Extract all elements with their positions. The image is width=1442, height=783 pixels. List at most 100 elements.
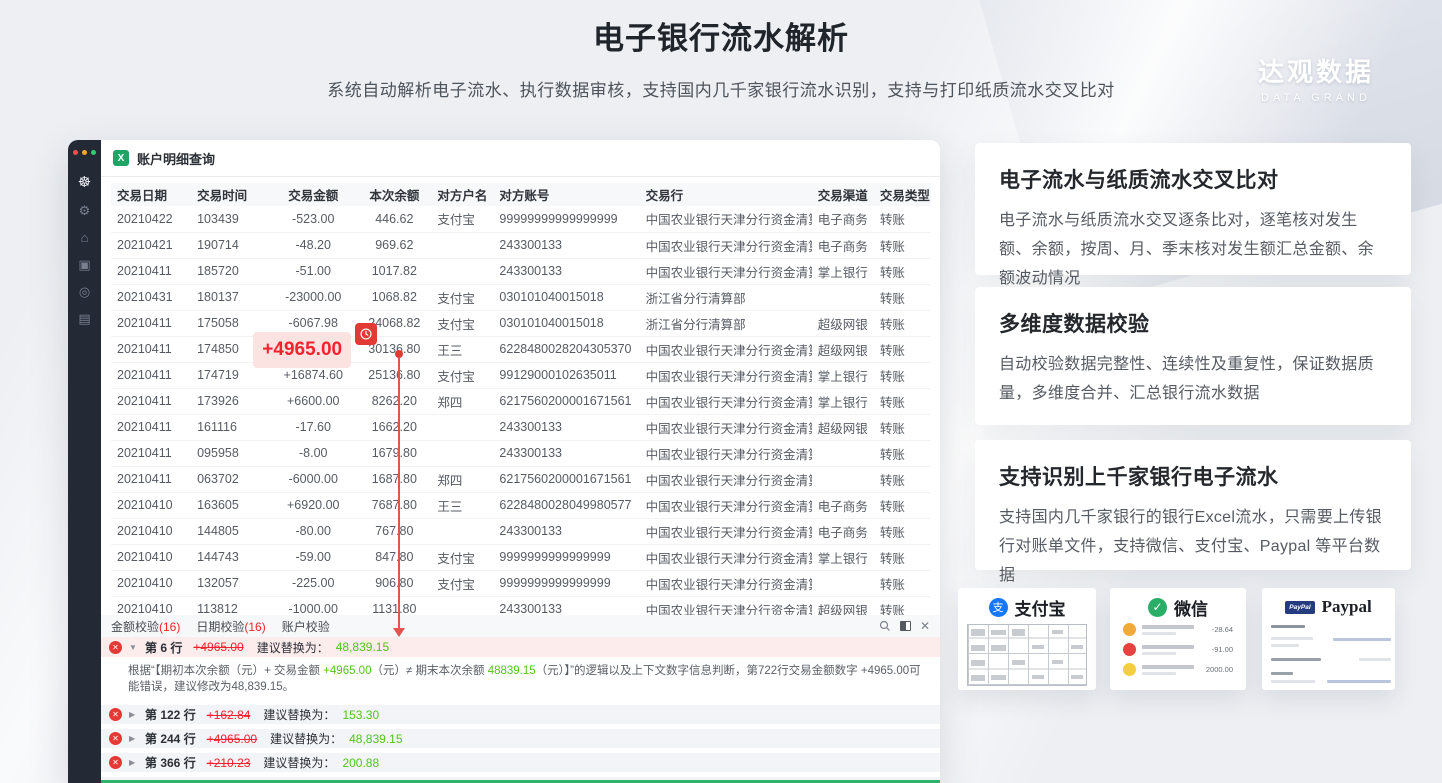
search-icon[interactable] [879,620,891,632]
layout-panel-icon[interactable] [900,621,911,631]
sidebar: ☸ ⚙ ⌂ ▣ ◎ ▤ [68,140,101,783]
table-cell: 掌上银行 [812,544,874,570]
table-row[interactable]: 20210431180137-23000.001068.82支付宝0301010… [111,284,931,310]
caret-icon[interactable]: ▶ [129,734,138,743]
table-cell: 电子商务 [812,492,874,518]
table-row[interactable]: 20210411174719+16874.6025136.80支付宝991290… [111,362,931,388]
table-row[interactable]: 20210421190714-48.20969.62243300133中国农业银… [111,232,931,258]
flagged-amount-pill[interactable]: +4965.00 [253,332,351,368]
table-row[interactable]: 20210411175058-6067.9824068.82支付宝0301010… [111,310,931,336]
table-cell: 20210410 [111,596,191,615]
paypal-icon: PayPal [1285,601,1314,614]
column-header: 对方账号 [493,183,639,206]
wechat-amount: 2000.00 [1206,665,1233,674]
validation-issue-row[interactable]: ✕ ▶ 第 122 行 +162.84 建议替换为： 153.30 [101,705,940,724]
table-row[interactable]: 20210410163605+6920.007687.80王三622848002… [111,492,931,518]
tab-date-check[interactable]: 日期校验(16) [196,618,265,635]
table-cell: 144743 [191,544,269,570]
table-cell: 转账 [874,336,931,362]
feature-card: 多维度数据校验 自动校验数据完整性、连续性及重复性，保证数据质量，多维度合并、汇… [975,287,1411,425]
caret-icon[interactable]: ▼ [129,643,138,652]
table-row[interactable]: 20210422103439-523.00446.62支付宝9999999999… [111,206,931,232]
issue-old-value: +210.23 [207,756,251,770]
table-cell: 支付宝 [431,284,493,310]
validation-issue-row[interactable]: ✕ ▶ 第 366 行 +210.23 建议替换为： 200.88 [101,753,940,772]
table-row[interactable]: 20210410144805-80.00767.80243300133中国农业银… [111,518,931,544]
table-cell: 243300133 [493,440,639,466]
table-cell: 030101040015018 [493,284,639,310]
table-cell: 6228480028204305370 [493,336,639,362]
issue-row-label: 第 6 行 [145,639,182,656]
table-cell: 144805 [191,518,269,544]
table-body: 20210422103439-523.00446.62支付宝9999999999… [111,206,931,615]
table-cell: 20210411 [111,310,191,336]
camera-icon[interactable]: ▤ [78,312,90,325]
app-window: ☸ ⚙ ⌂ ▣ ◎ ▤ X 账户明细查询 交易日期交易时间交易金额本次余额对方户… [68,140,940,783]
table-row[interactable]: 20210411063702-6000.001687.80郑四621756020… [111,466,931,492]
table-cell: 转账 [874,388,931,414]
tab-account-check[interactable]: 账户校验 [282,618,330,635]
wechat-receipt-thumbnail: -28.64 -91.00 2000.00 [1119,623,1237,676]
table-cell: 中国农业银行天津分行资金清算中心 [640,596,812,615]
gear-icon[interactable]: ⚙ [79,204,91,217]
table-row[interactable]: 20210410113812-1000.001131.80243300133中国… [111,596,931,615]
table-cell [812,466,874,492]
table-cell: 掌上银行 [812,362,874,388]
wechat-icon: ✓ [1148,598,1167,617]
table-cell: 浙江省分行清算部 [640,284,812,310]
tab-amount-check[interactable]: 金额校验(16) [111,618,180,635]
table-cell: 99999999999999999 [493,206,639,232]
alipay-receipt-thumbnail [967,624,1087,686]
page-subtitle: 系统自动解析电子流水、执行数据审核，支持国内几千家银行流水识别，支持与打印纸质流… [0,76,1442,101]
table-cell: 20210411 [111,388,191,414]
table-cell [431,232,493,258]
table-cell: -23000.00 [269,284,357,310]
table-cell: 王三 [431,336,493,362]
coin-icon[interactable]: ◎ [79,285,90,298]
table-row[interactable]: 20210411161116-17.601662.20243300133中国农业… [111,414,931,440]
table-cell: 113812 [191,596,269,615]
table-cell: 转账 [874,570,931,596]
feature-card: 支持识别上千家银行电子流水 支持国内几千家银行的银行Excel流水，只需要上传银… [975,440,1411,570]
table-cell: 847.80 [357,544,431,570]
image-icon[interactable]: ▣ [78,258,90,271]
merchant-icon [1123,663,1136,676]
table-row[interactable]: 20210411173926+6600.008262.20郑四621756020… [111,388,931,414]
validation-issue-row[interactable]: ✕ ▶ 第 244 行 +4965.00 建议替换为： 48,839.15 [101,729,940,748]
caret-icon[interactable]: ▶ [129,758,138,767]
divider [101,176,940,177]
minimize-window-dot[interactable] [82,150,87,155]
close-panel-icon[interactable]: ✕ [920,619,930,633]
table-row[interactable]: 20210410132057-225.00906.80支付宝9999999999… [111,570,931,596]
table-row[interactable]: 20210410144743-59.00847.80支付宝99999999999… [111,544,931,570]
table-cell: 243300133 [493,414,639,440]
validation-issue-row[interactable]: ✕ ▼ 第 6 行 +4965.00 建议替换为： 48,839.15 [101,637,940,657]
table-cell: 20210421 [111,232,191,258]
table-cell: 25136.80 [357,362,431,388]
column-header: 交易时间 [191,183,269,206]
wechat-transaction-row: -91.00 [1123,643,1233,656]
briefcase-icon[interactable]: ⌂ [81,231,89,244]
column-header: 交易日期 [111,183,191,206]
wechat-label: 微信 [1174,595,1208,620]
window-content: X 账户明细查询 交易日期交易时间交易金额本次余额对方户名对方账号交易行交易渠道… [101,140,940,783]
table-cell: 103439 [191,206,269,232]
validation-panel: 金额校验(16) 日期校验(16) 账户校验 ✕ ✕ ▼ 第 6 行 +4965… [101,615,940,783]
issue-suggest-label: 建议替换为： [263,706,335,723]
feature-body: 支持国内几千家银行的银行Excel流水，只需要上传银行对账单文件，支持微信、支付… [999,504,1387,590]
table-cell: 20210411 [111,362,191,388]
column-header: 本次余额 [357,183,431,206]
close-window-dot[interactable] [73,150,78,155]
table-cell: -59.00 [269,544,357,570]
helm-icon[interactable]: ☸ [78,175,91,190]
table-cell: 掌上银行 [812,388,874,414]
maximize-window-dot[interactable] [91,150,96,155]
issue-old-value: +162.84 [207,708,251,722]
table-row[interactable]: 20210411095958-8.001679.80243300133中国农业银… [111,440,931,466]
merchant-icon [1123,623,1136,636]
paypal-sample-card: PayPal Paypal [1262,588,1395,690]
caret-icon[interactable]: ▶ [129,710,138,719]
table-row[interactable]: 20210411185720-51.001017.82243300133中国农业… [111,258,931,284]
table-row[interactable]: 20210411174850+4965.0030136.80王三62284800… [111,336,931,362]
validation-tabbar: 金额校验(16) 日期校验(16) 账户校验 ✕ [101,615,940,637]
